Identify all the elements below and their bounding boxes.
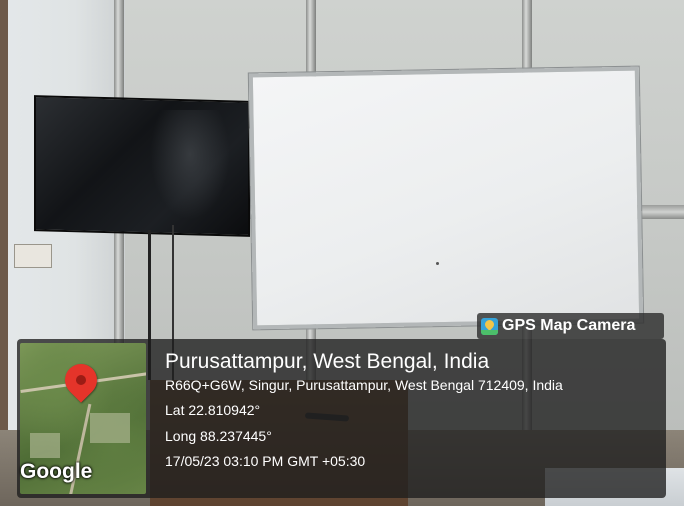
gps-map-camera-badge: GPS Map Camera [477,313,664,339]
address-line: R66Q+G6W, Singur, Purusattampur, West Be… [165,377,563,393]
gps-map-camera-icon [481,317,498,335]
app-name: GPS Map Camera [502,317,636,334]
timestamp: 17/05/23 03:10 PM GMT +05:30 [165,453,366,469]
whiteboard [248,66,644,330]
map-attribution: Google [20,460,93,483]
tv-reflection [150,110,230,220]
longitude: Long 88.237445° [165,428,272,444]
power-socket [14,244,52,268]
map-settlement [90,413,130,443]
whiteboard-mark [436,262,439,265]
latitude: Lat 22.810942° [165,402,261,418]
map-pin-center [76,375,86,385]
location-title: Purusattampur, West Bengal, India [165,350,490,373]
map-field [30,433,60,458]
